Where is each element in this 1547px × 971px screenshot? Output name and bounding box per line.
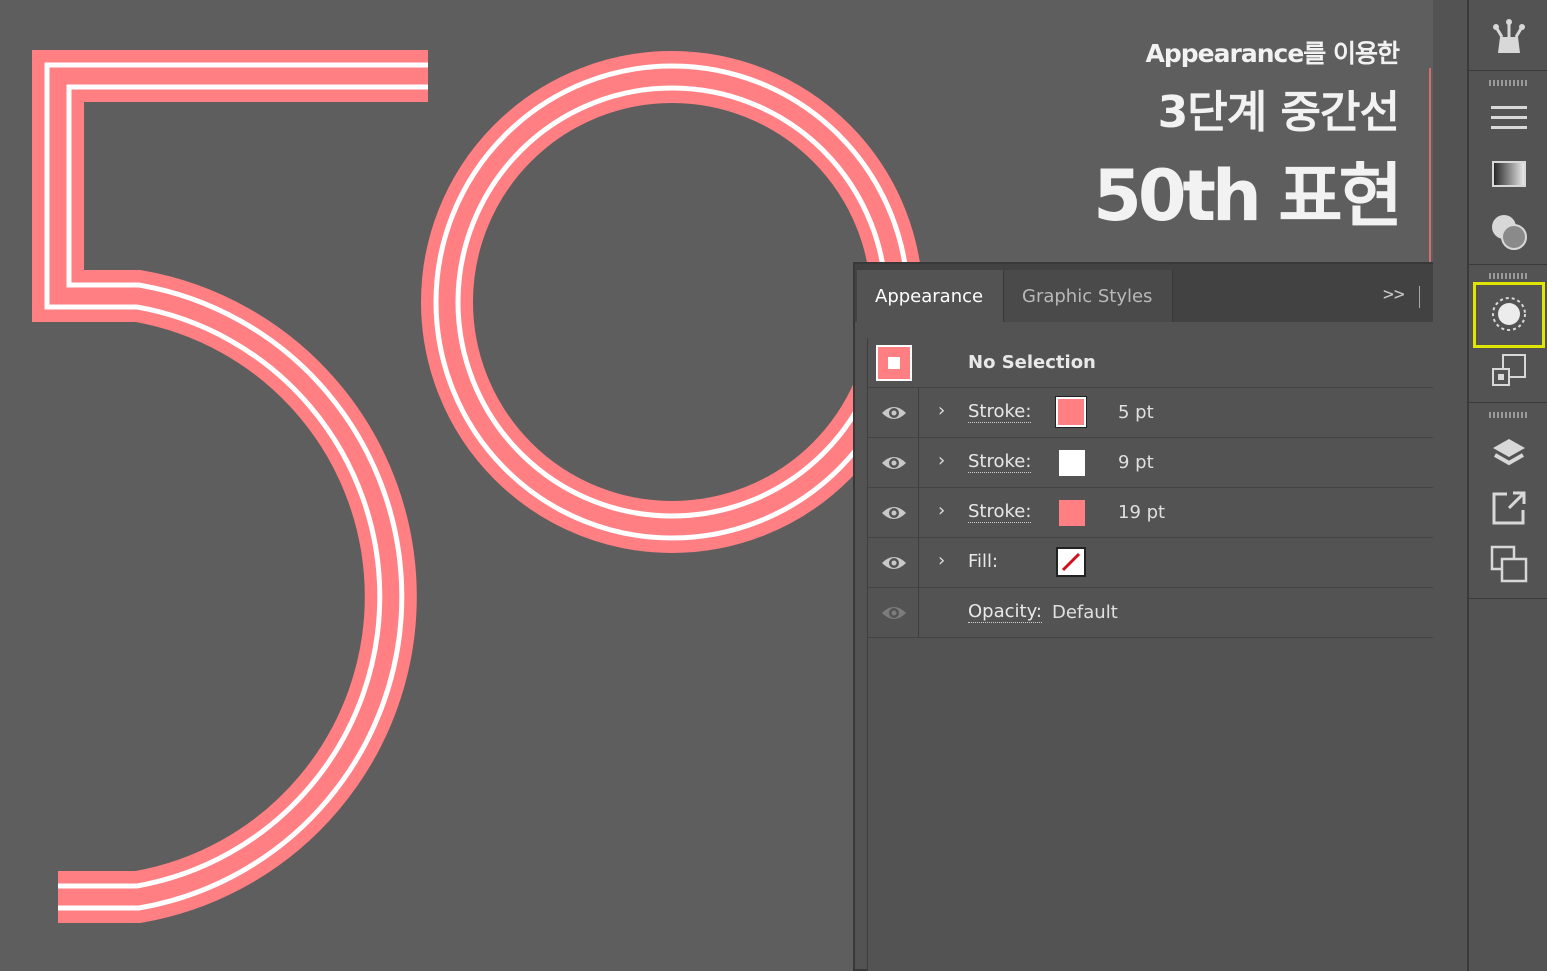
- appearance-row-stroke-1[interactable]: › Stroke: 5 pt: [868, 388, 1456, 438]
- stroke-weight-value[interactable]: 9 pt: [1118, 452, 1154, 473]
- digit-zero: [421, 51, 923, 553]
- visibility-eye-icon[interactable]: [880, 603, 908, 623]
- transparency-icon[interactable]: [1481, 208, 1537, 256]
- heading-subtitle: Appearance를 이용한: [1145, 39, 1400, 68]
- appearance-row-opacity[interactable]: Opacity: Default: [868, 588, 1456, 638]
- heading-main: 50th 표현: [1093, 155, 1403, 237]
- visibility-eye-icon[interactable]: [880, 403, 908, 423]
- stroke-label[interactable]: Stroke:: [968, 452, 1032, 473]
- tab-appearance[interactable]: Appearance: [857, 270, 1003, 322]
- appearance-row-stroke-2[interactable]: › Stroke: 9 pt: [868, 438, 1456, 488]
- visibility-eye-icon[interactable]: [880, 503, 908, 523]
- stroke-weight-value[interactable]: 19 pt: [1118, 502, 1165, 523]
- asset-export-icon[interactable]: [1481, 346, 1537, 394]
- chevron-right-icon[interactable]: ›: [936, 550, 947, 571]
- digit-five: [32, 50, 428, 923]
- heading-title: 3단계 중간선: [1157, 87, 1400, 138]
- appearance-row-fill[interactable]: › Fill:: [868, 538, 1456, 588]
- visibility-eye-icon[interactable]: [880, 553, 908, 573]
- panel-tab-bar: Appearance Graphic Styles >>: [855, 264, 1465, 322]
- panel-dock: [1467, 0, 1547, 971]
- tab-divider: [1419, 286, 1420, 308]
- stroke-color-swatch[interactable]: [1059, 500, 1085, 526]
- appearance-icon-highlight: [1473, 282, 1545, 348]
- gradient-icon[interactable]: [1481, 150, 1537, 198]
- chevron-right-icon[interactable]: ›: [936, 400, 947, 421]
- chevron-right-icon[interactable]: ›: [936, 500, 947, 521]
- stroke-label[interactable]: Stroke:: [968, 402, 1032, 423]
- no-selection-label: No Selection: [968, 352, 1096, 373]
- align-icon[interactable]: [1481, 94, 1537, 142]
- chevron-right-icon[interactable]: ›: [936, 450, 947, 471]
- title-accent-line: [1429, 68, 1431, 263]
- artboards-icon[interactable]: [1481, 540, 1537, 588]
- opacity-value[interactable]: Default: [1052, 602, 1118, 623]
- stroke-color-swatch[interactable]: [1059, 450, 1085, 476]
- layers-icon[interactable]: [1481, 430, 1537, 478]
- dock-gutter: [1433, 0, 1467, 971]
- object-thumbnail-icon: [876, 345, 912, 381]
- appearance-list: No Selection › Stroke: 5 pt › Stroke: 9 …: [867, 338, 1457, 971]
- puppet-warp-icon[interactable]: [1481, 12, 1537, 60]
- appearance-row-stroke-3[interactable]: › Stroke: 19 pt: [868, 488, 1456, 538]
- stroke-color-swatch[interactable]: [1055, 396, 1087, 428]
- visibility-eye-icon[interactable]: [880, 453, 908, 473]
- tab-graphic-styles[interactable]: Graphic Styles: [1003, 270, 1173, 322]
- stroke-label[interactable]: Stroke:: [968, 502, 1032, 523]
- appearance-header-row: No Selection: [868, 338, 1456, 388]
- export-icon[interactable]: [1481, 484, 1537, 532]
- fill-label[interactable]: Fill:: [968, 552, 998, 572]
- fill-none-swatch[interactable]: [1056, 547, 1086, 577]
- appearance-panel: Appearance Graphic Styles >> No Selectio…: [853, 262, 1467, 971]
- stroke-weight-value[interactable]: 5 pt: [1118, 402, 1154, 423]
- opacity-label[interactable]: Opacity:: [968, 602, 1042, 623]
- collapse-panel-button[interactable]: >>: [1383, 284, 1405, 305]
